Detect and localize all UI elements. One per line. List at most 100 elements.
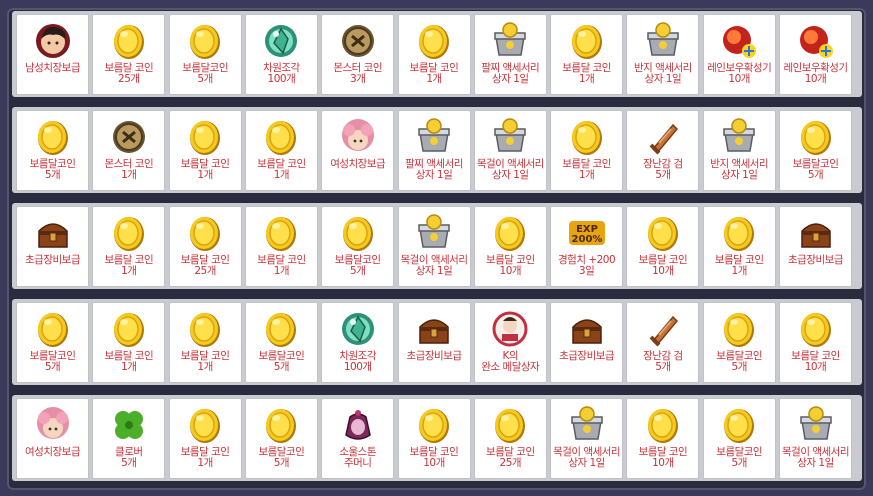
reward-slot[interactable]: 보름달코인 5개 [321, 206, 395, 287]
reward-label: 보름달 코인 10개 [409, 446, 459, 469]
reward-slot[interactable]: 목걸이 액세서리 상자 1일 [550, 398, 624, 479]
accessory-box-icon [490, 117, 530, 157]
reward-slot[interactable]: 보름달코인 5개 [702, 302, 776, 383]
reward-slot[interactable]: 차원조각 100개 [321, 302, 395, 383]
reward-slot[interactable]: 반지 액세서리 상자 1일 [702, 110, 776, 191]
reward-slot[interactable]: EXP 200% 경험치 +200 3일 [550, 206, 624, 287]
reward-slot[interactable]: 보름달 코인 1개 [397, 14, 471, 95]
reward-label: 몬스터 코인 1개 [104, 158, 154, 181]
reward-slot[interactable]: 보름달코인 5개 [702, 398, 776, 479]
reward-slot[interactable]: 팔찌 액세서리 상자 1일 [397, 110, 471, 191]
reward-slot[interactable]: 몬스터 코인 1개 [92, 110, 166, 191]
reward-slot[interactable]: 초급장비보급 [397, 302, 471, 383]
reward-label: 보름달코인 5개 [258, 446, 305, 469]
moon-coin-icon [490, 405, 530, 445]
reward-slot[interactable]: 보름달 코인 1개 [244, 206, 318, 287]
reward-label: 반지 액세서리 상자 1일 [710, 158, 769, 181]
reward-label: 보름달코인 5개 [258, 350, 305, 373]
reward-slot[interactable]: 보름달 코인 10개 [779, 302, 852, 383]
reward-slot[interactable]: 차원조각 100개 [244, 14, 318, 95]
moon-coin-icon [33, 309, 73, 349]
reward-label: 보름달 코인 1개 [257, 254, 306, 277]
moon-coin-icon [796, 309, 836, 349]
moon-coin-icon [185, 309, 225, 349]
female-costume-icon [33, 405, 73, 445]
reward-slot[interactable]: 초급장비보급 [779, 206, 852, 287]
dimension-shard-icon [261, 21, 301, 61]
rainbow-megaphone-icon [719, 21, 759, 61]
reward-slot[interactable]: 보름달 코인 25개 [92, 14, 166, 95]
accessory-box-icon [414, 213, 454, 253]
reward-slot[interactable]: 보름달 코인 1개 [550, 14, 624, 95]
reward-slot[interactable]: 보름달 코인 10개 [397, 398, 471, 479]
reward-slot[interactable]: 보름달코인 5개 [168, 14, 242, 95]
reward-label: 레인보우확성기 10개 [783, 62, 848, 85]
reward-slot[interactable]: 반지 액세서리 상자 1일 [626, 14, 700, 95]
reward-label: 차원조각 100개 [263, 62, 300, 85]
reward-slot[interactable]: 보름달 코인 25개 [168, 206, 242, 287]
reward-slot[interactable]: K의 완소 메달상자 [473, 302, 547, 383]
reward-label: 초급장비보급 [788, 254, 843, 266]
reward-slot[interactable]: 초급장비보급 [550, 302, 624, 383]
reward-slot[interactable]: 보름달코인 5개 [16, 302, 89, 383]
moon-coin-icon [338, 213, 378, 253]
reward-slot[interactable]: 보름달 코인 10개 [626, 206, 700, 287]
reward-slot[interactable]: 보름달 코인 1개 [92, 302, 166, 383]
reward-slot[interactable]: 여성치장보급 [16, 398, 89, 479]
reward-label: 소울스톤 주머니 [339, 446, 376, 469]
reward-label: 몬스터 코인 3개 [333, 62, 382, 85]
reward-slot[interactable]: 목걸이 액세서리 상자 1일 [473, 110, 547, 191]
reward-slot[interactable]: 보름달 코인 10개 [473, 206, 547, 287]
equipment-chest-icon [796, 213, 836, 253]
reward-slot[interactable]: 초급장비보급 [16, 206, 89, 287]
exp-boost-icon: EXP 200% [567, 213, 607, 253]
reward-slot[interactable]: 보름달코인 5개 [16, 110, 89, 191]
reward-slot[interactable]: 소울스톤 주머니 [321, 398, 395, 479]
reward-label: 보름달 코인 1개 [180, 350, 230, 373]
reward-slot[interactable]: 목걸이 액세서리 상자 1일 [397, 206, 471, 287]
reward-label: 보름달 코인 10개 [791, 350, 840, 373]
reward-slot[interactable]: 보름달 코인 1개 [168, 110, 242, 191]
reward-label: 보름달코인 5개 [716, 350, 763, 373]
reward-slot[interactable]: 여성치장보급 [321, 110, 395, 191]
reward-slot[interactable]: 레인보우확성기 10개 [702, 14, 776, 95]
moon-coin-icon [109, 309, 149, 349]
reward-label: 보름달 코인 10개 [485, 254, 535, 277]
reward-slot[interactable]: 레인보우확성기 10개 [779, 14, 852, 95]
toy-sword-icon [643, 117, 683, 157]
reward-slot[interactable]: 보름달코인 5개 [779, 110, 852, 191]
reward-slot[interactable]: 장난감 검 5개 [626, 110, 700, 191]
reward-slot[interactable]: 보름달코인 5개 [244, 398, 318, 479]
reward-slot[interactable]: 보름달 코인 1개 [168, 302, 242, 383]
reward-label: 보름달 코인 1개 [104, 350, 154, 373]
reward-label: 보름달 코인 1개 [714, 254, 764, 277]
reward-label: 보름달 코인 1개 [257, 158, 306, 181]
equipment-chest-icon [567, 309, 607, 349]
reward-slot[interactable]: 몬스터 코인 3개 [321, 14, 395, 95]
monster-coin-icon [109, 117, 149, 157]
reward-slot[interactable]: 보름달 코인 1개 [168, 398, 242, 479]
reward-slot[interactable]: 남성치장보급 [16, 14, 89, 95]
reward-label: 보름달 코인 1개 [180, 446, 230, 469]
moon-coin-icon [414, 21, 454, 61]
reward-label: 보름달코인 5개 [29, 158, 76, 181]
moon-coin-icon [185, 405, 225, 445]
reward-slot[interactable]: 보름달 코인 10개 [626, 398, 700, 479]
reward-slot[interactable]: 보름달 코인 1개 [244, 110, 318, 191]
moon-coin-icon [567, 117, 607, 157]
accessory-box-icon [567, 405, 607, 445]
reward-slot[interactable]: 장난감 검 5개 [626, 302, 700, 383]
reward-slot[interactable]: 보름달 코인 1개 [92, 206, 166, 287]
reward-slot[interactable]: 보름달 코인 1개 [702, 206, 776, 287]
reward-slot[interactable]: 팔찌 액세서리 상자 1일 [473, 14, 547, 95]
reward-slot[interactable]: 목걸이 액세서리 상자 1일 [779, 398, 852, 479]
reward-slot[interactable]: 클로버 5개 [92, 398, 166, 479]
reward-slot[interactable]: 보름달 코인 25개 [473, 398, 547, 479]
reward-slot[interactable]: 보름달코인 5개 [244, 302, 318, 383]
moon-coin-icon [719, 213, 759, 253]
reward-label: 목걸이 액세서리 상자 1일 [782, 446, 849, 469]
reward-label: 보름달 코인 1개 [409, 62, 459, 85]
reward-label: 보름달 코인 25개 [485, 446, 535, 469]
reward-slot[interactable]: 보름달 코인 1개 [550, 110, 624, 191]
reward-label: 목걸이 액세서리 상자 1일 [476, 158, 544, 181]
